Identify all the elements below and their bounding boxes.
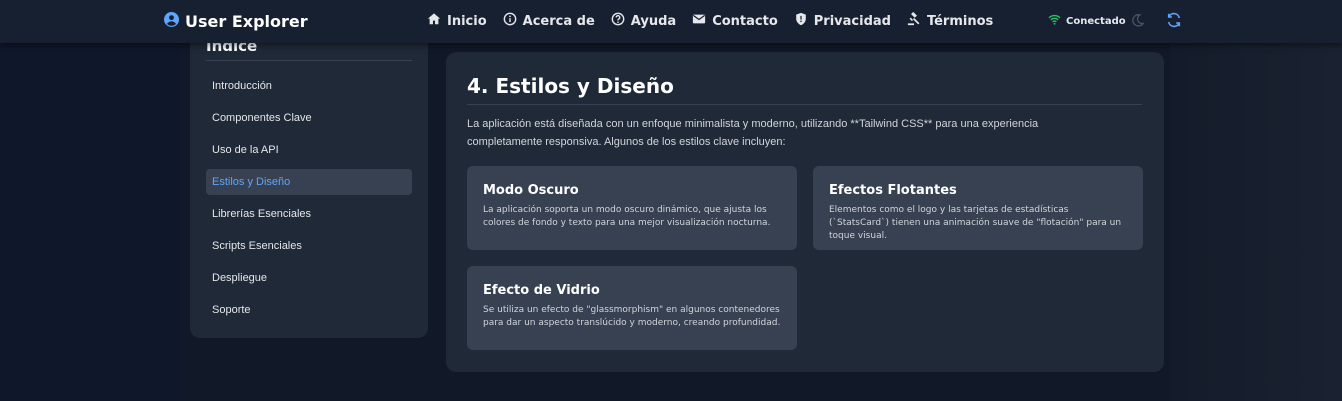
brand-title: User Explorer — [185, 12, 308, 31]
toc-divider — [206, 60, 412, 61]
moon-icon[interactable] — [1130, 13, 1145, 28]
feature-card-title: Modo Oscuro — [483, 183, 579, 198]
status-label: Conectado — [1066, 15, 1126, 27]
feature-card-text: Se utiliza un efecto de "glassmorphism" … — [483, 305, 781, 328]
refresh-icon[interactable] — [1166, 12, 1182, 28]
nav-link-label: Términos — [926, 13, 994, 29]
envelope-icon — [692, 12, 706, 30]
table-of-contents: Índice Introducción Componentes Clave Us… — [190, 20, 428, 338]
section-title: 4. Estilos y Diseño — [467, 74, 674, 98]
toc-list: Introducción Componentes Clave Uso de la… — [206, 73, 412, 329]
nav-link-terminos[interactable]: Términos — [907, 11, 994, 30]
top-navbar: User Explorer Inicio Acerca de Ayuda Con… — [0, 0, 1342, 43]
nav-link-inicio[interactable]: Inicio — [427, 12, 487, 30]
user-circle-icon — [164, 12, 179, 31]
nav-link-label: Acerca de — [522, 13, 595, 29]
nav-link-contacto[interactable]: Contacto — [692, 12, 778, 30]
main-nav: Inicio Acerca de Ayuda Contacto Privacid… — [427, 11, 994, 30]
nav-link-acerca-de[interactable]: Acerca de — [503, 12, 595, 30]
toc-item-uso-api[interactable]: Uso de la API — [206, 137, 412, 163]
nav-link-label: Privacidad — [813, 13, 891, 29]
shield-icon — [794, 12, 808, 30]
connection-status: Conectado — [1048, 14, 1126, 28]
nav-link-label: Contacto — [712, 13, 778, 29]
nav-link-privacidad[interactable]: Privacidad — [794, 12, 891, 30]
section-divider — [467, 104, 1142, 105]
toc-item-soporte[interactable]: Soporte — [206, 297, 412, 323]
nav-link-ayuda[interactable]: Ayuda — [611, 12, 676, 30]
toc-item-estilos-diseno[interactable]: Estilos y Diseño — [206, 169, 412, 195]
home-icon — [427, 12, 441, 30]
nav-link-label: Inicio — [447, 13, 487, 29]
feature-card-efectos-flotantes: Efectos Flotantes Elementos como el logo… — [813, 166, 1143, 250]
feature-card-text: Elementos como el logo y las tarjetas de… — [829, 205, 1122, 241]
help-icon — [611, 12, 625, 30]
toc-item-introduccion[interactable]: Introducción — [206, 73, 412, 99]
info-icon — [503, 12, 517, 30]
toc-item-librerias-esenciales[interactable]: Librerías Esenciales — [206, 201, 412, 227]
section-description: La aplicación está diseñada con un enfoq… — [467, 118, 1039, 148]
feature-card-efecto-vidrio: Efecto de Vidrio Se utiliza un efecto de… — [467, 266, 797, 350]
brand[interactable]: User Explorer — [164, 12, 308, 31]
wifi-icon — [1048, 14, 1061, 28]
page-background-right — [1170, 0, 1342, 401]
feature-card-text: La aplicación soporta un modo oscuro din… — [483, 205, 771, 228]
section-card: 4. Estilos y Diseño La aplicación está d… — [446, 52, 1164, 372]
nav-link-label: Ayuda — [630, 13, 677, 29]
feature-card-title: Efectos Flotantes — [829, 183, 957, 198]
gavel-icon — [907, 11, 921, 30]
page-background-left — [0, 0, 180, 401]
feature-card-modo-oscuro: Modo Oscuro La aplicación soporta un mod… — [467, 166, 797, 250]
toc-item-componentes-clave[interactable]: Componentes Clave — [206, 105, 412, 131]
toc-item-scripts-esenciales[interactable]: Scripts Esenciales — [206, 233, 412, 259]
toc-item-despliegue[interactable]: Despliegue — [206, 265, 412, 291]
feature-card-title: Efecto de Vidrio — [483, 283, 600, 298]
